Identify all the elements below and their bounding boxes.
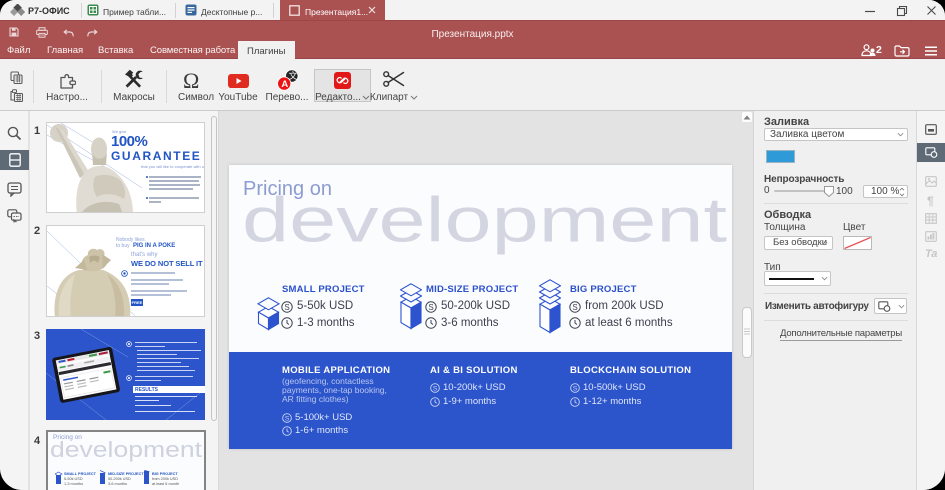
svg-text:S: S [433,386,438,393]
svg-text:MID-SIZE PROJECT: MID-SIZE PROJECT [108,472,144,476]
svg-text:A: A [281,79,288,90]
svg-text:from 200k USD: from 200k USD [152,477,178,481]
svg-text:development: development [242,186,728,256]
svg-text:S: S [573,386,578,393]
svg-text:at least 6 months: at least 6 months [152,482,179,486]
svg-text:S: S [572,303,577,312]
svg-text:3-6 months: 3-6 months [108,482,127,486]
svg-text:5-50k USD: 5-50k USD [64,477,83,481]
svg-text:S: S [284,303,289,312]
svg-text:BIG PROJECT: BIG PROJECT [152,472,178,476]
svg-text:1-3 months: 1-3 months [64,482,83,486]
svg-text:S: S [428,303,433,312]
svg-text:50-200k USD: 50-200k USD [108,477,131,481]
svg-text:SMALL PROJECT: SMALL PROJECT [64,472,97,476]
svg-text:development: development [50,437,202,462]
svg-text:S: S [285,416,290,423]
